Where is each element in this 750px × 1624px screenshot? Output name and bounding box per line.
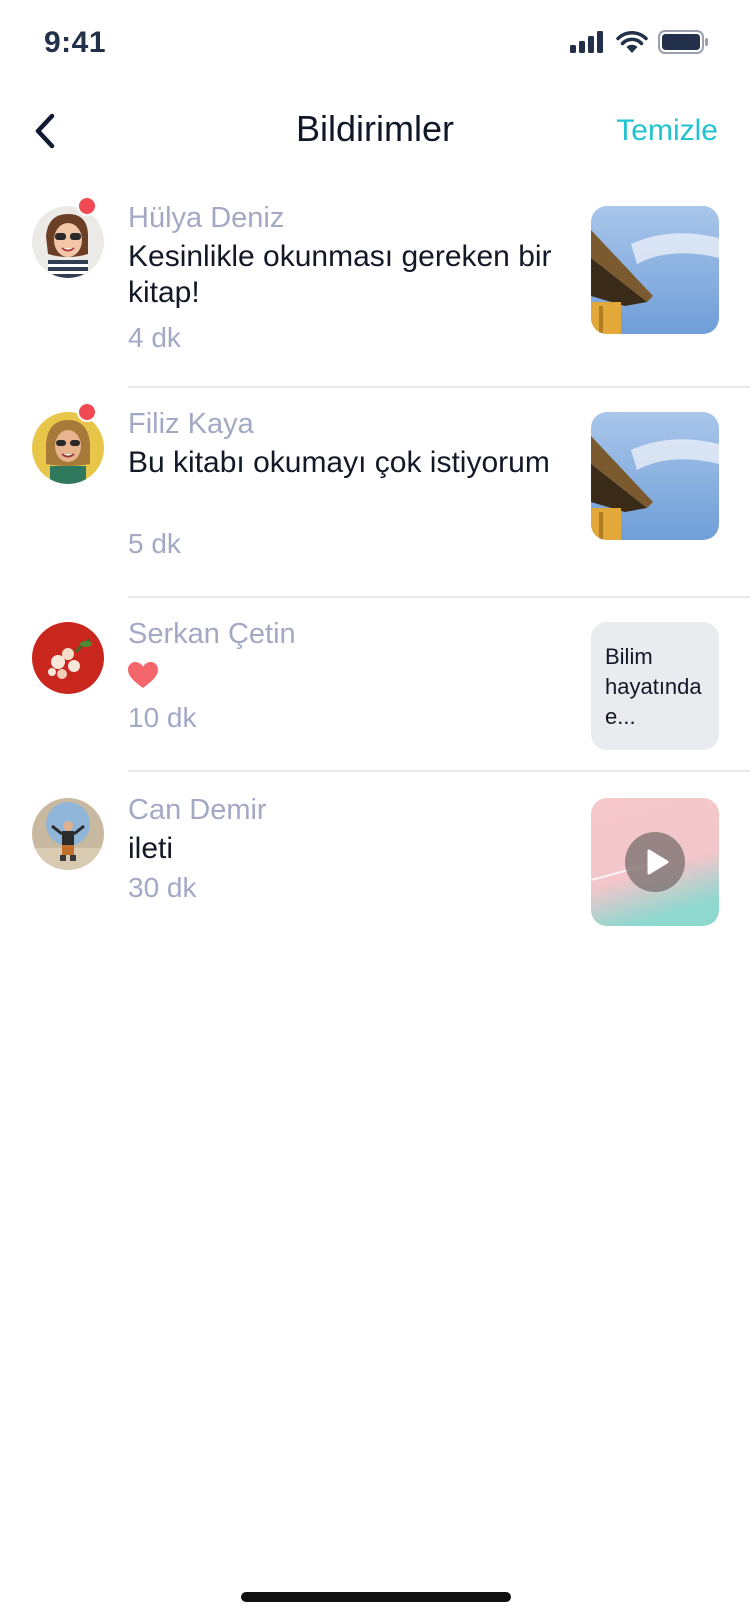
notification-time: 30 dk	[128, 872, 197, 903]
preview-text: Bilim hayatında e...	[605, 644, 702, 729]
text-preview[interactable]: Bilim hayatında e...	[591, 622, 719, 750]
notification-message: Bu kitabı okumayı çok istiyorum	[128, 446, 550, 479]
notification-item[interactable]: Hülya Deniz Kesinlikle okunması gereken …	[0, 196, 750, 386]
divider	[128, 770, 750, 772]
status-time: 9:41	[44, 26, 107, 59]
notification-item[interactable]: Filiz Kaya Bu kitabı okumayı çok istiyor…	[0, 402, 750, 596]
play-button[interactable]	[625, 832, 685, 892]
notification-item[interactable]: Serkan Çetin 10 dk Bilim hayatında e...	[0, 612, 750, 770]
notification-item[interactable]: Can Demir ileti 30 dk	[0, 788, 750, 938]
avatar[interactable]	[32, 206, 104, 278]
notification-time: 10 dk	[128, 702, 197, 733]
divider	[128, 386, 750, 388]
play-icon	[647, 849, 669, 875]
divider	[128, 596, 750, 598]
avatar[interactable]	[32, 622, 104, 694]
sender-name: Filiz Kaya	[128, 408, 254, 440]
signal-icon	[570, 31, 603, 53]
sender-name: Serkan Çetin	[128, 618, 296, 650]
notification-message: ileti	[128, 832, 174, 865]
unread-dot	[77, 402, 97, 422]
home-indicator[interactable]	[241, 1592, 511, 1602]
avatar[interactable]	[32, 412, 104, 484]
notification-message: Kesinlikle okunması gereken bir kitap!	[128, 240, 552, 309]
notification-time: 5 dk	[128, 528, 181, 559]
sender-name: Hülya Deniz	[128, 202, 285, 234]
notification-time: 4 dk	[128, 322, 181, 353]
avatar[interactable]	[32, 798, 104, 870]
post-thumbnail[interactable]	[591, 206, 719, 334]
unread-dot	[77, 196, 97, 216]
clear-button[interactable]: Temizle	[616, 114, 718, 148]
video-thumbnail[interactable]	[591, 798, 719, 926]
post-thumbnail[interactable]	[591, 412, 719, 540]
status-icons	[570, 30, 708, 54]
status-bar: 9:41	[0, 0, 750, 90]
sender-name: Can Demir	[128, 794, 267, 826]
heart-icon	[128, 662, 158, 693]
battery-icon	[658, 30, 708, 54]
wifi-icon	[616, 31, 648, 53]
header: Bildirimler Temizle	[0, 90, 750, 178]
